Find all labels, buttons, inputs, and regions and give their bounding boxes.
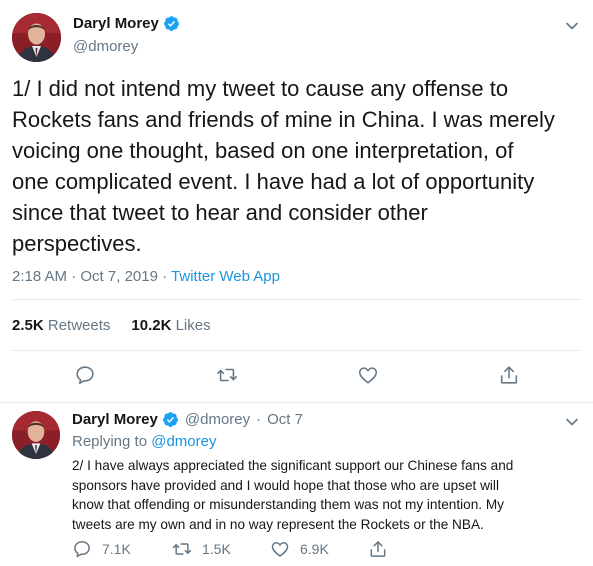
chevron-down-icon[interactable] (565, 415, 579, 434)
source-link[interactable]: Twitter Web App (171, 268, 280, 285)
tweet-date[interactable]: Oct 7 (267, 411, 303, 428)
retweet-button[interactable]: 1.5K (172, 539, 231, 559)
tweet-actions (0, 362, 593, 392)
tweet-timestamp: 2:18 AM · Oct 7, 2019 · Twitter Web App (12, 268, 280, 285)
likes-stat[interactable]: 10.2K Likes (131, 317, 210, 334)
retweet-arrows-icon (172, 543, 192, 555)
divider (12, 299, 581, 300)
share-button[interactable] (498, 364, 520, 386)
retweets-stat[interactable]: 2.5K Retweets (12, 317, 110, 334)
retweets-count: 2.5K (12, 317, 44, 334)
tweet-thread: Daryl Morey @dmorey 1/ I did not intend … (0, 0, 593, 566)
reply-text: 2/ I have always appreciated the signifi… (72, 458, 514, 532)
meta-separator: · (71, 268, 77, 285)
tweet-text: 1/ I did not intend my tweet to cause an… (12, 76, 555, 256)
like-button[interactable]: 6.9K (270, 539, 329, 559)
like-button[interactable] (357, 364, 379, 386)
tweet-time[interactable]: 2:18 AM (12, 268, 67, 285)
heart-icon (271, 542, 289, 557)
replying-to: Replying to @dmorey (72, 433, 216, 450)
retweet-button[interactable] (216, 364, 238, 386)
divider (12, 350, 581, 351)
reply-tweet[interactable]: Daryl Morey @dmorey · Oct 7 Replying to … (0, 402, 593, 566)
tweet-date[interactable]: Oct 7, 2019 (80, 268, 158, 285)
tweet-stats: 2.5K Retweets 10.2K Likes (12, 317, 211, 334)
verified-badge-icon (163, 15, 180, 32)
retweets-label: Retweets (47, 317, 111, 334)
replies-count: 7.1K (102, 541, 131, 557)
retweets-count: 1.5K (202, 541, 231, 557)
avatar[interactable] (12, 13, 61, 62)
share-upload-icon (500, 366, 518, 384)
share-button[interactable] (368, 539, 388, 559)
share-upload-icon (370, 541, 386, 557)
author-handle[interactable]: @dmorey (185, 411, 250, 428)
retweet-arrows-icon (217, 368, 237, 382)
likes-count: 10.2K (131, 317, 172, 334)
speech-bubble-icon (74, 541, 90, 558)
replying-label: Replying to (72, 433, 148, 450)
replying-handle-link[interactable]: @dmorey (151, 433, 216, 450)
author-name[interactable]: Daryl Morey (73, 15, 180, 32)
likes-count: 6.9K (300, 541, 329, 557)
verified-badge-icon (162, 411, 179, 428)
author-handle[interactable]: @dmorey (73, 38, 138, 55)
author-name[interactable]: Daryl Morey (72, 411, 158, 428)
reply-button[interactable]: 7.1K (72, 539, 131, 559)
heart-icon (358, 367, 378, 384)
meta-separator: · (162, 268, 168, 285)
avatar[interactable] (12, 411, 60, 459)
likes-label: Likes (175, 317, 211, 334)
author-name-text[interactable]: Daryl Morey (73, 15, 159, 32)
meta-separator: · (256, 411, 262, 428)
chevron-down-icon[interactable] (565, 19, 579, 33)
speech-bubble-icon (76, 366, 94, 385)
reply-button[interactable] (74, 364, 96, 386)
main-tweet: Daryl Morey @dmorey 1/ I did not intend … (0, 0, 593, 403)
reply-header: Daryl Morey @dmorey · Oct 7 (72, 411, 303, 428)
reply-actions: 7.1K 1.5K 6.9K (72, 539, 577, 561)
